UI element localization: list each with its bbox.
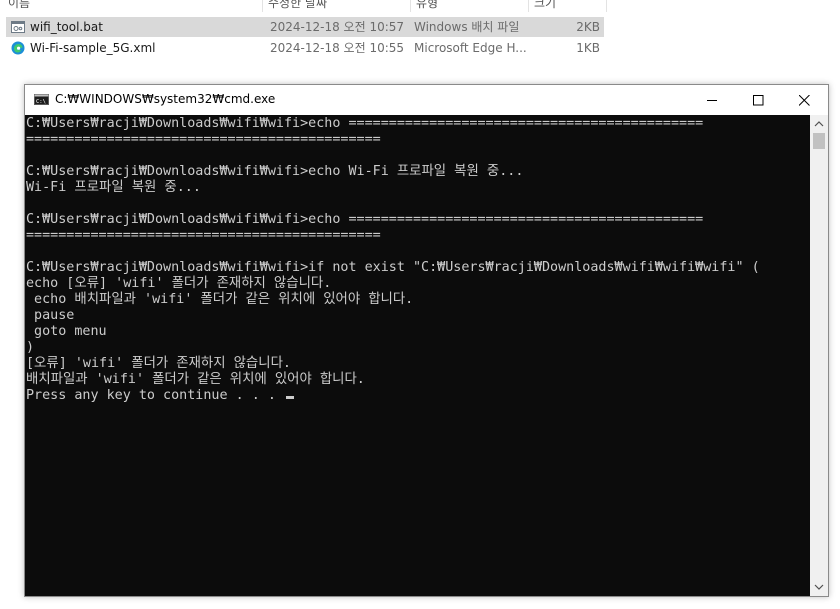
column-separator xyxy=(528,0,529,12)
console-line: Wi-Fi 프로파일 복원 중... xyxy=(26,180,201,195)
column-separator xyxy=(410,0,411,12)
close-icon xyxy=(799,95,810,106)
console-line: ) xyxy=(26,340,35,355)
console-output[interactable]: C:₩Users₩racji₩Downloads₩wifi₩wifi>echo … xyxy=(25,115,810,596)
file-row[interactable]: wifi_tool.bat 2024-12-18 오전 10:57 Window… xyxy=(6,17,604,37)
close-button[interactable] xyxy=(782,85,828,115)
svg-text:C:\: C:\ xyxy=(36,99,46,105)
title-bar[interactable]: C:\ C:₩WINDOWS₩system32₩cmd.exe xyxy=(25,85,828,115)
console-lines: C:₩Users₩racji₩Downloads₩wifi₩wifi>echo … xyxy=(26,116,760,404)
file-date: 2024-12-18 오전 10:55 xyxy=(270,41,405,55)
file-explorer-list: 이름 수정한 날짜 유형 크기 wifi_tool.bat 2024-12-18… xyxy=(0,0,840,80)
file-name: wifi_tool.bat xyxy=(30,20,103,34)
console-line: 배치파일과 'wifi' 폴더가 같은 위치에 있어야 합니다. xyxy=(26,372,365,387)
column-header-size[interactable]: 크기 xyxy=(534,0,556,11)
console-line: Press any key to continue . . . xyxy=(26,388,284,403)
console-line: ========================================… xyxy=(26,228,381,243)
minimize-button[interactable] xyxy=(690,85,736,115)
edge-icon xyxy=(11,41,25,55)
text-cursor xyxy=(285,396,294,399)
file-date: 2024-12-18 오전 10:57 xyxy=(270,20,405,34)
file-type: Microsoft Edge H... xyxy=(414,41,527,55)
console-line: C:₩Users₩racji₩Downloads₩wifi₩wifi>echo … xyxy=(26,212,704,227)
scroll-down-arrow-icon[interactable] xyxy=(814,582,824,592)
scroll-up-arrow-icon[interactable] xyxy=(814,119,824,129)
console-line: echo [오류] 'wifi' 폴더가 존재하지 않습니다. xyxy=(26,276,332,291)
console-line: echo 배치파일과 'wifi' 폴더가 같은 위치에 있어야 합니다. xyxy=(26,292,414,307)
scroll-thumb[interactable] xyxy=(813,133,825,149)
column-separator xyxy=(606,0,607,12)
file-row[interactable]: Wi-Fi-sample_5G.xml 2024-12-18 오전 10:55 … xyxy=(6,38,604,58)
file-name: Wi-Fi-sample_5G.xml xyxy=(30,41,156,55)
column-header-row: 이름 수정한 날짜 유형 크기 xyxy=(0,0,610,12)
console-line: C:₩Users₩racji₩Downloads₩wifi₩wifi>echo … xyxy=(26,116,704,131)
window-title: C:₩WINDOWS₩system32₩cmd.exe xyxy=(55,92,276,106)
column-header-date[interactable]: 수정한 날짜 xyxy=(268,0,327,11)
maximize-button[interactable] xyxy=(736,85,782,115)
console-line: pause xyxy=(26,308,75,323)
cmd-app-icon: C:\ xyxy=(34,94,49,105)
console-line: C:₩Users₩racji₩Downloads₩wifi₩wifi>echo … xyxy=(26,164,524,179)
file-type: Windows 배치 파일 xyxy=(414,20,520,34)
cmd-window[interactable]: C:\ C:₩WINDOWS₩system32₩cmd.exe C:₩Users… xyxy=(24,84,829,597)
console-line: [오류] 'wifi' 폴더가 존재하지 않습니다. xyxy=(26,356,291,371)
batch-file-icon xyxy=(11,21,25,33)
column-header-type[interactable]: 유형 xyxy=(416,0,438,11)
column-separator xyxy=(262,0,263,12)
maximize-icon xyxy=(753,95,764,106)
vertical-scrollbar[interactable] xyxy=(810,115,828,596)
file-size: 1KB xyxy=(576,41,600,55)
column-header-name[interactable]: 이름 xyxy=(8,0,30,11)
file-size: 2KB xyxy=(576,20,600,34)
console-line: C:₩Users₩racji₩Downloads₩wifi₩wifi>if no… xyxy=(26,260,760,275)
console-line: ========================================… xyxy=(26,132,381,147)
minimize-icon xyxy=(707,100,717,101)
console-line: goto menu xyxy=(26,324,107,339)
